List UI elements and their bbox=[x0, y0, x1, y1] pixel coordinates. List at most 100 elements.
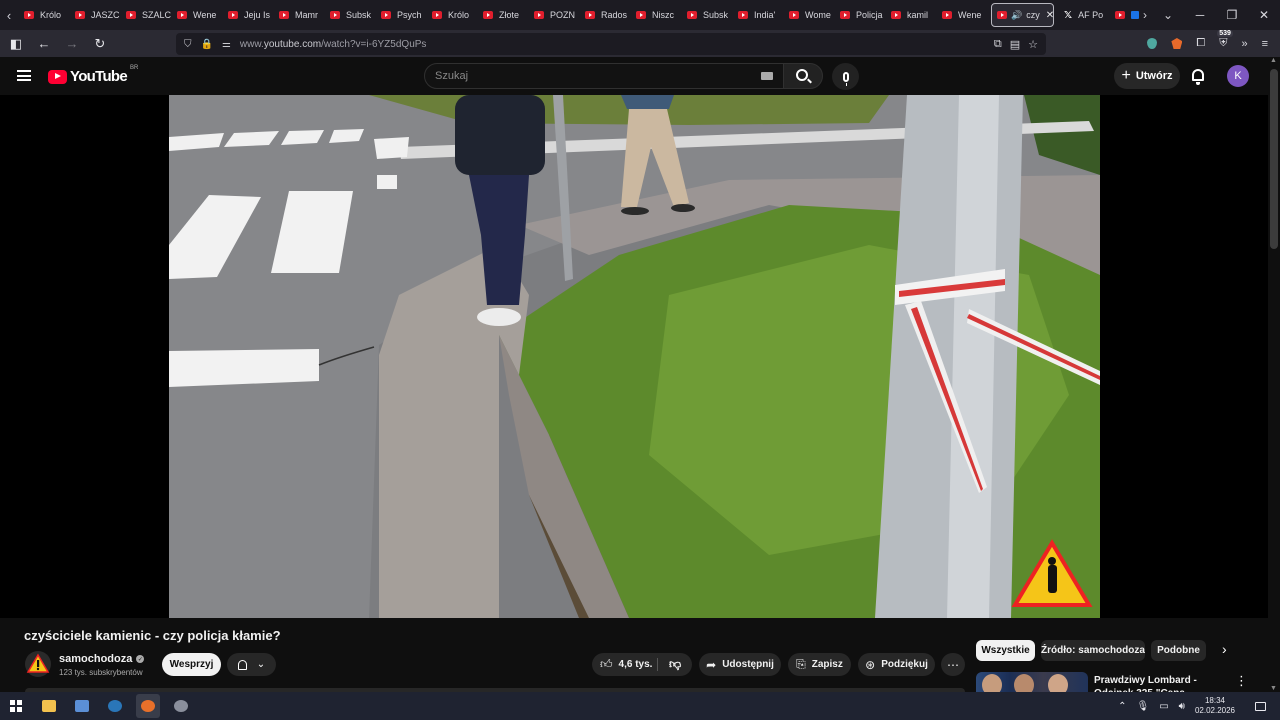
browser-tab[interactable]: Królo bbox=[18, 0, 69, 30]
search-button[interactable] bbox=[783, 63, 823, 89]
account-avatar[interactable]: K bbox=[1227, 65, 1249, 87]
tray-overflow-icon[interactable]: ⌃ bbox=[1118, 701, 1126, 712]
search-input[interactable]: Szukaj bbox=[424, 63, 784, 89]
more-tools-icon[interactable]: » bbox=[1241, 38, 1247, 50]
recommendation-thumbnail[interactable] bbox=[976, 672, 1088, 692]
browser-tab[interactable]: Rados bbox=[579, 0, 630, 30]
permissions-icon[interactable]: ⚌ bbox=[222, 39, 231, 50]
tab-scroll-left-icon[interactable]: ‹ bbox=[0, 0, 18, 30]
windows-start-icon[interactable] bbox=[10, 700, 22, 712]
browser-tab[interactable]: Subsk bbox=[681, 0, 732, 30]
steam-icon[interactable] bbox=[103, 694, 127, 718]
chip-all[interactable]: Wszystkie bbox=[976, 640, 1035, 661]
address-bar[interactable]: ⛉ 🔒 ⚌ www.youtube.com/watch?v=i-6YZ5dQuP… bbox=[176, 33, 1046, 55]
browser-tab[interactable]: Subsk bbox=[324, 0, 375, 30]
share-button[interactable]: ➦ Udostępnij bbox=[699, 653, 781, 676]
clock[interactable]: 18:34 02.02.2026 bbox=[1195, 696, 1235, 716]
chip-similar[interactable]: Podobne bbox=[1151, 640, 1206, 661]
more-vertical-icon[interactable]: ⋮ bbox=[1235, 673, 1248, 689]
browser-tab[interactable]: Złote bbox=[477, 0, 528, 30]
chip-source[interactable]: Źródło: samochodoza bbox=[1041, 640, 1145, 661]
tracking-protection-icon[interactable]: ⛉ bbox=[184, 39, 192, 50]
browser-tab[interactable]: Wene bbox=[171, 0, 222, 30]
forward-icon[interactable]: → bbox=[60, 32, 84, 56]
keyboard-icon[interactable] bbox=[761, 72, 773, 80]
browser-tab[interactable]: POZN bbox=[528, 0, 579, 30]
tab-label: Mamr bbox=[295, 10, 318, 20]
sidebar-toggle-icon[interactable]: ◧ bbox=[4, 32, 28, 56]
voice-search-button[interactable] bbox=[832, 63, 859, 90]
plus-icon: + bbox=[1121, 67, 1131, 84]
picture-in-picture-icon[interactable]: ⧉ bbox=[994, 38, 1002, 51]
browser-tab-active[interactable]: 🔊 czy ✕ bbox=[991, 3, 1054, 27]
firefox-extension-icon[interactable] bbox=[1171, 38, 1183, 49]
close-tab-icon[interactable]: ✕ bbox=[1046, 10, 1053, 21]
browser-tab[interactable]: JASZC bbox=[69, 0, 120, 30]
video-player[interactable] bbox=[0, 95, 1268, 618]
browser-tab[interactable]: 𝕏 AF Po bbox=[1058, 0, 1109, 30]
notifications-bell-icon[interactable] bbox=[1192, 69, 1204, 85]
browser-tab[interactable]: Mamr bbox=[273, 0, 324, 30]
youtube-logo[interactable]: YouTube BR bbox=[48, 65, 138, 85]
microphone-icon bbox=[842, 71, 849, 86]
recommendation-title[interactable]: Prawdziwy Lombard - Odcinek 325 "Cena za… bbox=[1094, 674, 1224, 694]
channel-avatar[interactable] bbox=[25, 651, 51, 677]
tab-label: Królo bbox=[40, 10, 62, 20]
minimize-icon[interactable]: ─ bbox=[1184, 0, 1216, 30]
browser-tab[interactable]: Psych bbox=[375, 0, 426, 30]
tab-label: JASZC bbox=[91, 10, 120, 20]
notifications-icon[interactable] bbox=[1255, 701, 1266, 711]
browser-tab[interactable]: kamil bbox=[885, 0, 936, 30]
extensions-puzzle-icon[interactable]: ⧠ bbox=[1196, 37, 1205, 50]
scroll-up-icon[interactable]: ▲ bbox=[1270, 57, 1277, 64]
volume-icon[interactable]: 🔊︎ bbox=[1179, 701, 1185, 712]
save-button[interactable]: ⎘ Zapisz bbox=[788, 653, 851, 676]
page-scrollbar[interactable]: ▲ ▼ bbox=[1268, 57, 1280, 692]
like-icon[interactable]: 👍︎ bbox=[600, 657, 613, 672]
lock-icon[interactable]: 🔒 bbox=[201, 39, 213, 50]
browser-tab[interactable]: India' bbox=[732, 0, 783, 30]
ublock-icon[interactable]: ⛨ 539 bbox=[1217, 30, 1233, 50]
bookmark-star-icon[interactable]: ☆ bbox=[1028, 38, 1038, 51]
tab-list: Królo JASZC SZALC Wene Jeju Is Mamr Subs… bbox=[18, 0, 1139, 30]
support-button[interactable]: Wesprzyj bbox=[162, 653, 221, 676]
privacy-shield-icon[interactable] bbox=[1147, 38, 1158, 49]
more-actions-button[interactable]: ⋯ bbox=[941, 653, 965, 676]
thanks-button[interactable]: ⊛ Podziękuj bbox=[858, 653, 935, 676]
app-menu-icon[interactable]: ≡ bbox=[1262, 38, 1268, 50]
firefox-icon[interactable] bbox=[136, 694, 160, 718]
misc-app-icon[interactable] bbox=[169, 694, 193, 718]
browser-tab[interactable]: Policja bbox=[834, 0, 885, 30]
file-explorer-icon[interactable] bbox=[37, 694, 61, 718]
scroll-down-icon[interactable]: ▼ bbox=[1270, 685, 1277, 692]
youtube-favicon-icon bbox=[942, 11, 952, 19]
channel-name[interactable]: samochodoza ✓ bbox=[59, 653, 145, 665]
browser-tab[interactable] bbox=[1109, 0, 1139, 30]
create-button[interactable]: + Utwórz bbox=[1114, 63, 1180, 89]
browser-tab[interactable]: Królo bbox=[426, 0, 477, 30]
dislike-icon[interactable]: 👎︎ bbox=[669, 657, 681, 672]
browser-tab[interactable]: SZALC bbox=[120, 0, 171, 30]
reader-view-icon[interactable]: ▤ bbox=[1010, 38, 1020, 51]
browser-tab[interactable]: Niszc bbox=[630, 0, 681, 30]
network-icon[interactable]: ▭ bbox=[1159, 701, 1168, 712]
scrollbar-thumb[interactable] bbox=[1270, 69, 1278, 249]
subscription-notifications-button[interactable]: ⌄ bbox=[227, 653, 276, 676]
browser-tab[interactable]: Wene bbox=[936, 0, 987, 30]
list-all-tabs-icon[interactable]: ⌄ bbox=[1163, 8, 1173, 22]
like-count[interactable]: 4,6 tys. bbox=[619, 659, 653, 670]
back-icon[interactable]: ← bbox=[32, 32, 56, 56]
this-pc-icon[interactable] bbox=[70, 694, 94, 718]
tab-scroll-right-icon[interactable]: › bbox=[1143, 8, 1147, 22]
youtube-favicon-icon bbox=[585, 11, 595, 19]
microphone-tray-icon[interactable]: 🎙︎ bbox=[1136, 701, 1149, 712]
restore-icon[interactable]: ❐ bbox=[1216, 0, 1248, 30]
reload-icon[interactable]: ↻ bbox=[88, 32, 112, 56]
speaker-icon[interactable]: 🔊 bbox=[1011, 10, 1022, 21]
close-window-icon[interactable]: ✕ bbox=[1248, 0, 1280, 30]
browser-tab[interactable]: Jeju Is bbox=[222, 0, 273, 30]
chevron-right-icon[interactable]: › bbox=[1222, 641, 1227, 657]
guide-menu-icon[interactable] bbox=[17, 70, 31, 81]
youtube-favicon-icon bbox=[636, 11, 646, 19]
browser-tab[interactable]: Wome bbox=[783, 0, 834, 30]
